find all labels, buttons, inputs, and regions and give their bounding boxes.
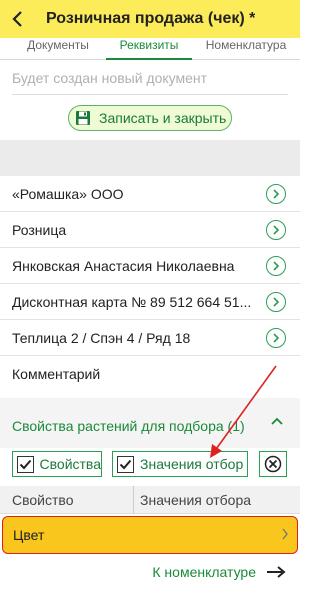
save-button-label: Записать и закрыть <box>99 110 227 126</box>
chevron-up-icon[interactable] <box>270 416 284 426</box>
checkbox-checked-icon <box>117 455 134 473</box>
field-store-label: Розница <box>12 221 67 238</box>
chevron-right-icon[interactable] <box>266 327 286 348</box>
document-status: Будет создан новый документ <box>12 70 208 86</box>
field-location-label: Теплица 2 / Спэн 4 / Ряд 18 <box>12 329 191 346</box>
divider <box>12 94 288 95</box>
filter-values-toggle-label: Значения отбор <box>140 456 244 472</box>
field-organization[interactable]: «Ромашка» ООО <box>0 176 300 212</box>
table-header: Свойство Значения отбора <box>0 485 300 514</box>
chevron-right-icon[interactable] <box>266 291 286 312</box>
to-nomenclature-link[interactable]: К номенклатуре <box>152 564 286 580</box>
save-and-close-button[interactable]: Записать и закрыть <box>68 105 232 131</box>
chevron-right-icon[interactable] <box>266 255 286 276</box>
properties-header[interactable]: Свойства растений для подбора (1) <box>12 418 245 434</box>
column-header-property: Свойство <box>0 485 134 514</box>
tab-requisites[interactable]: Реквизиты <box>106 38 192 60</box>
field-location[interactable]: Теплица 2 / Спэн 4 / Ряд 18 <box>0 320 300 356</box>
tab-nomenclature[interactable]: Номенклатура <box>192 38 300 60</box>
back-button[interactable] <box>0 0 36 38</box>
clear-button[interactable] <box>259 451 287 477</box>
chevron-left-icon <box>12 11 22 27</box>
field-organization-label: «Ромашка» ООО <box>12 185 124 202</box>
field-comment-label: Комментарий <box>12 366 101 382</box>
field-comment[interactable]: Комментарий <box>0 356 300 392</box>
properties-toggle-label: Свойства <box>39 456 101 472</box>
page-title: Розничная продажа (чек) * <box>46 10 256 27</box>
chevron-right-icon[interactable] <box>266 219 286 240</box>
field-customer-label: Янковская Анастасия Николаевна <box>12 257 235 274</box>
close-circle-icon <box>264 455 282 473</box>
field-discount-card-label: Дисконтная карта № 89 512 664 51... <box>12 293 252 310</box>
floppy-disk-icon <box>76 111 90 125</box>
column-header-filter-values: Значения отбора <box>140 491 252 508</box>
chevron-right-icon[interactable] <box>266 183 286 204</box>
checkbox-checked-icon <box>17 455 34 473</box>
properties-toggle-button[interactable]: Свойства <box>12 451 102 477</box>
filter-values-toggle-button[interactable]: Значения отбор <box>112 451 248 477</box>
section-spacer <box>0 140 300 176</box>
row-property-name: Цвет <box>13 527 45 543</box>
to-nomenclature-label: К номенклатуре <box>152 564 256 580</box>
field-store[interactable]: Розница <box>0 212 300 248</box>
app-header: Розничная продажа (чек) * <box>0 0 300 38</box>
tab-documents[interactable]: Документы <box>0 38 106 60</box>
field-discount-card[interactable]: Дисконтная карта № 89 512 664 51... <box>0 284 300 320</box>
field-customer[interactable]: Янковская Анастасия Николаевна <box>0 248 300 284</box>
chevron-right-icon <box>282 528 288 540</box>
arrow-right-icon <box>267 566 286 578</box>
tab-bar: Документы Реквизиты Номенклатура <box>0 38 300 60</box>
table-row[interactable]: Цвет <box>2 516 298 554</box>
